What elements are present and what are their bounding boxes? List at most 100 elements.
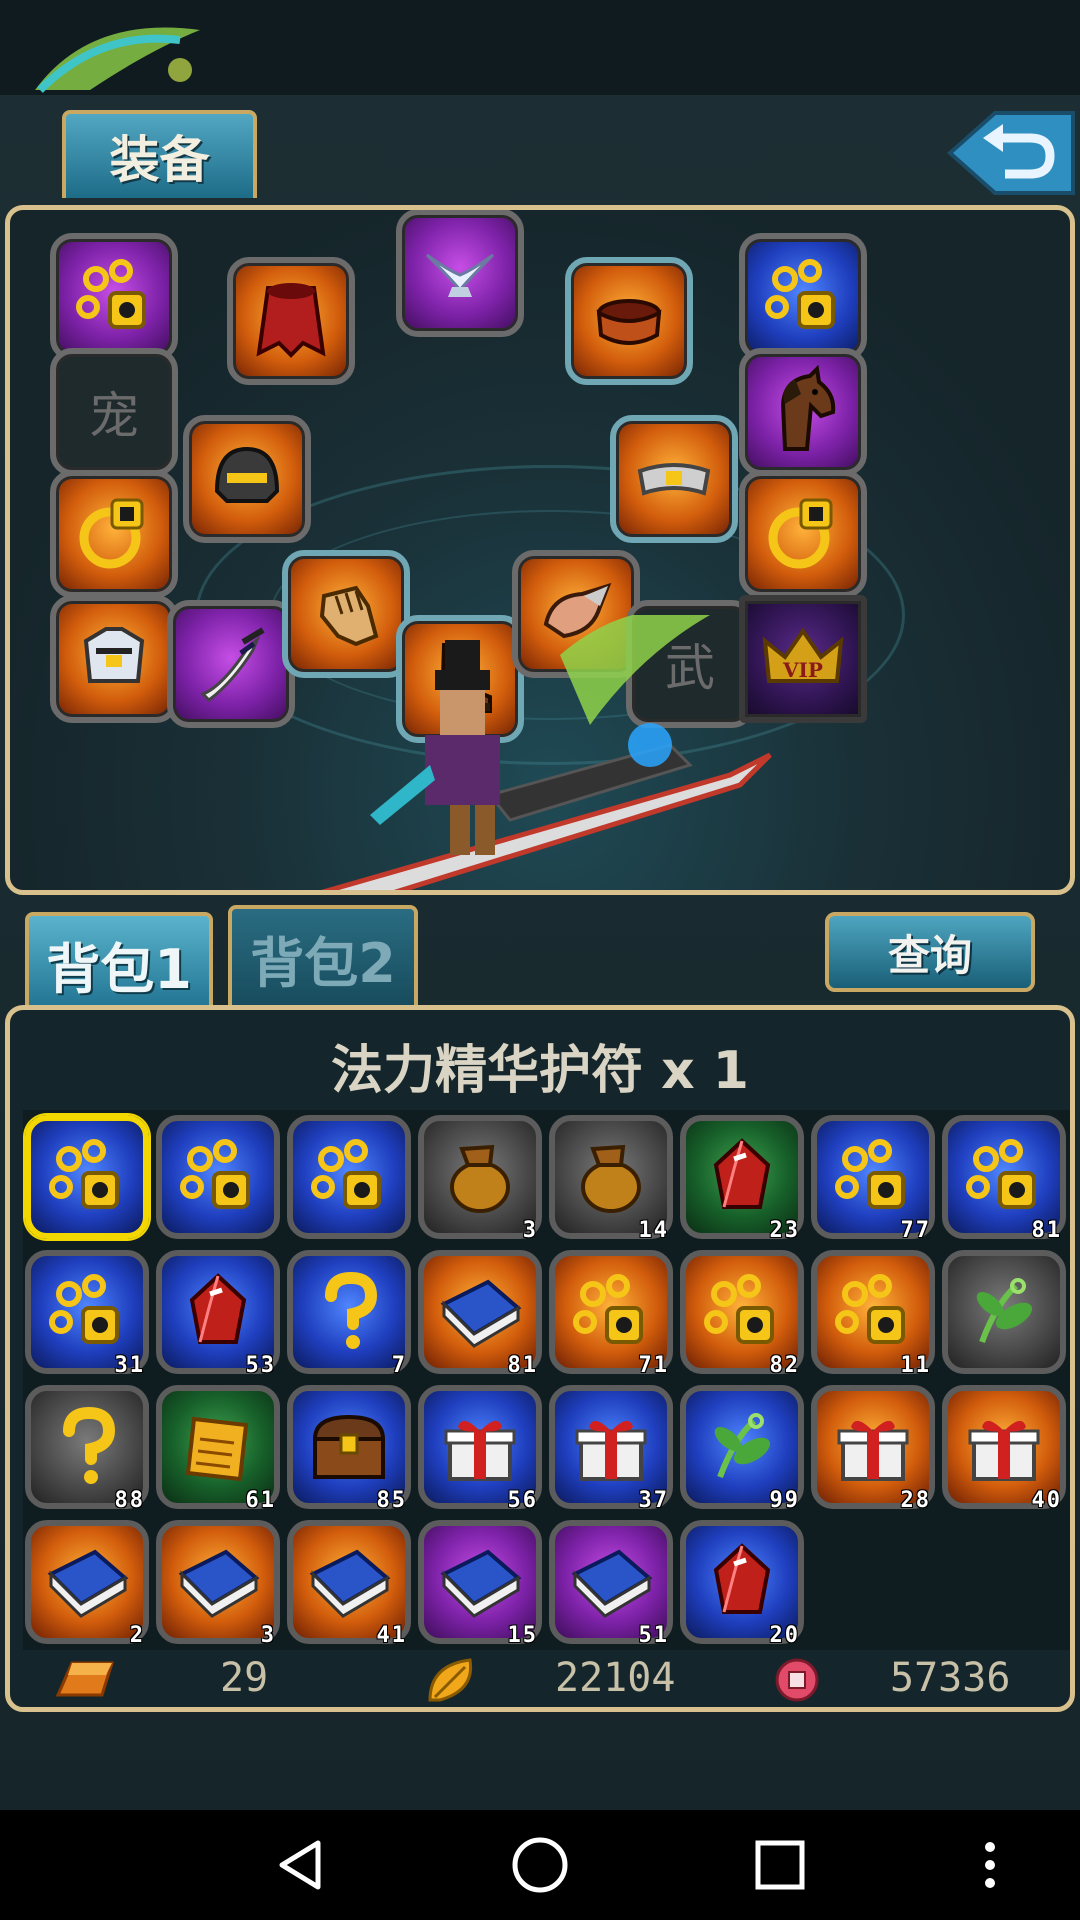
- armor-icon: [66, 611, 162, 707]
- wings-icon: [412, 225, 508, 321]
- herb-icon: [694, 1399, 790, 1495]
- recents-nav-icon[interactable]: [750, 1835, 810, 1895]
- equip-slot-belt[interactable]: [610, 415, 738, 543]
- book-icon: [432, 1264, 528, 1360]
- inventory-slot[interactable]: 88: [25, 1385, 149, 1513]
- inventory-slot[interactable]: 23: [680, 1115, 804, 1243]
- necklace-icon: [694, 1264, 790, 1360]
- chest-icon: [301, 1399, 397, 1495]
- red-gem-icon: [170, 1264, 266, 1360]
- equip-slot-mount[interactable]: [739, 348, 867, 476]
- inventory-slot[interactable]: 77: [811, 1115, 935, 1243]
- equip-slot-helmet[interactable]: [183, 415, 311, 543]
- item-count: 77: [900, 1218, 931, 1243]
- inventory-slot[interactable]: 37: [549, 1385, 673, 1513]
- inventory-slot[interactable]: 61: [156, 1385, 280, 1513]
- item-count: 53: [245, 1353, 276, 1378]
- equip-slot-bracelet[interactable]: [565, 257, 693, 385]
- inventory-slot[interactable]: 81: [942, 1115, 1066, 1243]
- home-nav-icon[interactable]: [510, 1835, 570, 1895]
- tab-bag-1[interactable]: 背包1: [25, 912, 213, 1012]
- scroll-icon: [170, 1399, 266, 1495]
- inventory-slot[interactable]: 14: [549, 1115, 673, 1243]
- inventory-slot[interactable]: 71: [549, 1250, 673, 1378]
- inventory-slot[interactable]: 51: [549, 1520, 673, 1648]
- inventory-slot[interactable]: 11: [811, 1250, 935, 1378]
- book-icon: [170, 1534, 266, 1630]
- inventory-slot[interactable]: 2: [25, 1520, 149, 1648]
- inventory-slot[interactable]: 53: [156, 1250, 280, 1378]
- item-count: 61: [245, 1488, 276, 1513]
- top-bar: [0, 0, 1080, 95]
- inventory-slot-selected[interactable]: [25, 1115, 149, 1239]
- question-icon: [301, 1264, 397, 1360]
- belt-icon: [626, 431, 722, 527]
- tab-equipment[interactable]: 装备: [62, 110, 257, 198]
- inventory-slot[interactable]: 99: [680, 1385, 804, 1513]
- inventory-slot[interactable]: [287, 1115, 411, 1239]
- equip-slot-necklace-1[interactable]: [50, 233, 178, 361]
- inventory-slot[interactable]: 56: [418, 1385, 542, 1513]
- item-count: 81: [507, 1353, 538, 1378]
- item-count: 40: [1031, 1488, 1062, 1513]
- equip-slot-pet[interactable]: 宠: [50, 348, 178, 476]
- inventory-slot[interactable]: 81: [418, 1250, 542, 1378]
- item-count: 20: [769, 1623, 800, 1648]
- item-count: 14: [638, 1218, 669, 1243]
- inventory-slot[interactable]: 31: [25, 1250, 149, 1378]
- inventory-slot[interactable]: 40: [942, 1385, 1066, 1513]
- equip-slot-ring-1[interactable]: [50, 470, 178, 598]
- item-count: 2: [129, 1623, 145, 1648]
- tab-bag-2[interactable]: 背包2: [228, 905, 418, 1008]
- back-arrow-icon[interactable]: [945, 108, 1075, 198]
- coin-icon: [775, 1658, 819, 1702]
- inventory-slot[interactable]: 41: [287, 1520, 411, 1648]
- inventory-slot[interactable]: 82: [680, 1250, 804, 1378]
- necklace-icon: [956, 1129, 1052, 1225]
- back-nav-icon[interactable]: [270, 1835, 330, 1895]
- inventory-slot[interactable]: 3: [156, 1520, 280, 1648]
- red-gem-icon: [694, 1129, 790, 1225]
- inventory-slot[interactable]: 28: [811, 1385, 935, 1513]
- gift-icon: [956, 1399, 1052, 1495]
- question-icon: [39, 1399, 135, 1495]
- necklace-icon: [563, 1264, 659, 1360]
- inventory-slot[interactable]: 85: [287, 1385, 411, 1513]
- query-button[interactable]: 查询: [825, 912, 1035, 992]
- inventory-slot[interactable]: 15: [418, 1520, 542, 1648]
- equip-slot-armor[interactable]: [50, 595, 178, 723]
- pet-slot-icon: 宠: [89, 387, 139, 445]
- item-count: 41: [376, 1623, 407, 1648]
- pouch-icon: [563, 1129, 659, 1225]
- more-options-icon[interactable]: [975, 1835, 1005, 1895]
- equip-slot-weapon[interactable]: [167, 600, 295, 728]
- helmet-icon: [199, 431, 295, 527]
- book-icon: [39, 1534, 135, 1630]
- item-count: 23: [769, 1218, 800, 1243]
- item-count: 3: [260, 1623, 276, 1648]
- equipment-panel: 宠武 VIP: [5, 205, 1075, 895]
- necklace-icon: [301, 1129, 397, 1225]
- item-count: 99: [769, 1488, 800, 1513]
- necklace-icon: [39, 1129, 135, 1225]
- necklace-icon: [66, 249, 162, 345]
- herb-icon: [956, 1264, 1052, 1360]
- ring-icon: [66, 486, 162, 582]
- inventory-slot[interactable]: 20: [680, 1520, 804, 1648]
- book-icon: [432, 1534, 528, 1630]
- inventory-slot[interactable]: 7: [287, 1250, 411, 1378]
- gold-amount: 29: [220, 1655, 269, 1701]
- inventory-slot[interactable]: [942, 1250, 1066, 1374]
- item-count: 7: [391, 1353, 407, 1378]
- equip-slot-ring-2[interactable]: [739, 470, 867, 598]
- gift-icon: [563, 1399, 659, 1495]
- equip-slot-wings[interactable]: [396, 210, 524, 337]
- item-count: 3: [522, 1218, 538, 1243]
- coin-amount: 57336: [890, 1655, 1011, 1701]
- equip-slot-necklace-2[interactable]: [739, 233, 867, 361]
- red-gem-icon: [694, 1534, 790, 1630]
- inventory-slot[interactable]: 3: [418, 1115, 542, 1243]
- inventory-slot[interactable]: [156, 1115, 280, 1239]
- inventory-panel: 法力精华护符 x 1 3 14 23 77 81 31 53 7 81 71 82 11 88 61 85 5…: [5, 1005, 1075, 1712]
- equip-slot-cape[interactable]: [227, 257, 355, 385]
